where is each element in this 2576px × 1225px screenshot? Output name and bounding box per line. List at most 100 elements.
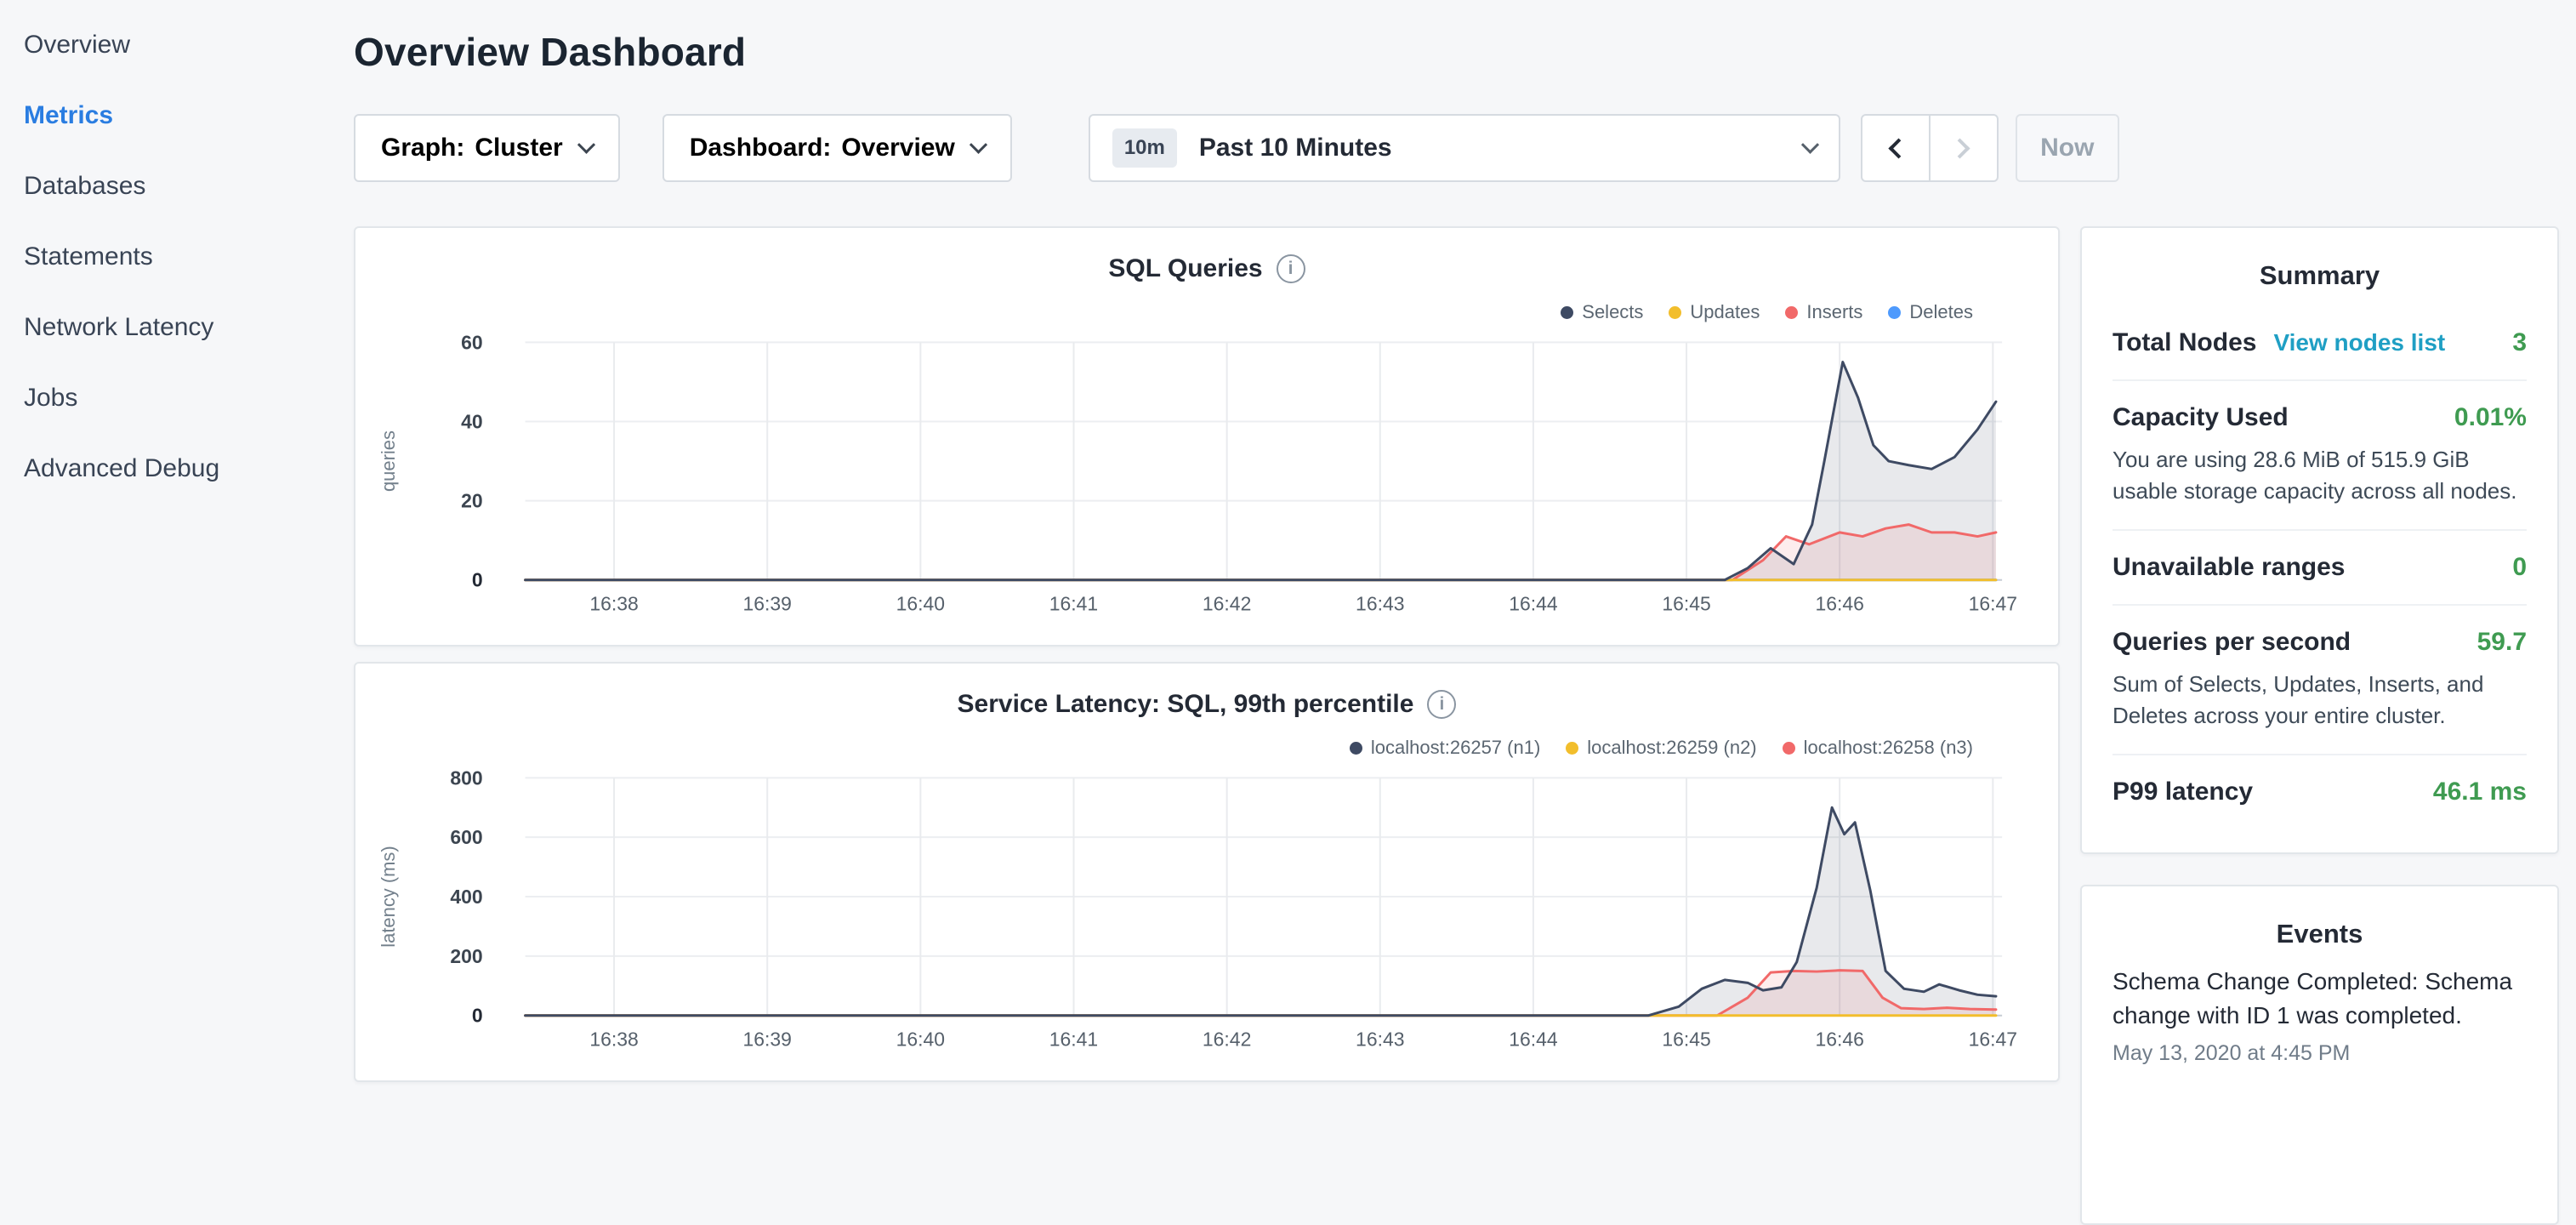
svg-text:16:46: 16:46 — [1815, 593, 1863, 615]
legend-item[interactable]: localhost:26259 (n2) — [1566, 737, 1756, 759]
time-step-buttons — [1861, 114, 1999, 182]
summary-description: Sum of Selects, Updates, Inserts, and De… — [2113, 669, 2527, 732]
sidebar-item-network-latency[interactable]: Network Latency — [24, 292, 354, 362]
main-content: Overview Dashboard Graph: Cluster Dashbo… — [354, 0, 2576, 1225]
svg-text:0: 0 — [472, 569, 483, 591]
dashboard-controls: Graph: Cluster Dashboard: Overview 10m P… — [354, 114, 2576, 182]
chevron-right-icon — [1950, 138, 1970, 158]
legend-label: localhost:26258 (n3) — [1804, 737, 1973, 759]
legend-item[interactable]: localhost:26258 (n3) — [1783, 737, 1973, 759]
right-sidebar: Summary Total Nodes View nodes list 3 Ca… — [2080, 226, 2559, 1225]
sidebar-item-metrics[interactable]: Metrics — [24, 80, 354, 151]
svg-text:16:44: 16:44 — [1509, 1028, 1558, 1051]
legend-dot-icon — [1783, 742, 1795, 755]
sidebar-item-overview[interactable]: Overview — [24, 9, 354, 80]
sidebar-item-databases[interactable]: Databases — [24, 151, 354, 221]
summary-row-unavailable-ranges: Unavailable ranges 0 — [2113, 529, 2527, 604]
event-item[interactable]: Schema Change Completed: Schema change w… — [2113, 965, 2527, 1066]
legend-item[interactable]: Updates — [1669, 301, 1760, 323]
summary-label: Unavailable ranges — [2113, 553, 2345, 582]
legend-label: Deletes — [1909, 301, 1973, 323]
chart-legend: Selects Updates Inserts Deletes — [355, 296, 2058, 328]
summary-value: 3 — [2512, 328, 2527, 357]
time-forward-button[interactable] — [1929, 114, 1999, 182]
summary-value: 0.01% — [2454, 403, 2527, 432]
sidebar: Overview Metrics Databases Statements Ne… — [0, 0, 354, 504]
info-icon[interactable]: i — [1427, 690, 1456, 719]
service-latency-chart[interactable]: 020040060080016:3816:3916:4016:4116:4216… — [355, 764, 2058, 1060]
chevron-down-icon — [577, 135, 595, 153]
event-timestamp: May 13, 2020 at 4:45 PM — [2113, 1041, 2527, 1066]
page-title: Overview Dashboard — [354, 29, 2576, 75]
svg-text:0: 0 — [472, 1005, 483, 1027]
graph-scope-label: Graph: — [381, 134, 464, 162]
sql-queries-panel: SQL Queries i SelectsUpdatesInsertsDelet… — [354, 226, 2060, 647]
time-back-button[interactable] — [1861, 114, 1931, 182]
legend-label: localhost:26257 (n1) — [1371, 737, 1540, 759]
graph-scope-dropdown[interactable]: Graph: Cluster — [354, 114, 620, 182]
svg-text:800: 800 — [450, 766, 482, 789]
sql-queries-chart[interactable]: 020406016:3816:3916:4016:4116:4216:4316:… — [355, 328, 2058, 624]
summary-label: P99 latency — [2113, 778, 2253, 806]
chart-title-service-latency: Service Latency: SQL, 99th percentile — [958, 690, 1414, 719]
svg-text:16:43: 16:43 — [1356, 1028, 1404, 1051]
legend-dot-icon — [1350, 742, 1362, 755]
summary-label: Total Nodes — [2113, 328, 2256, 357]
legend-label: Updates — [1690, 301, 1760, 323]
sidebar-item-advanced-debug[interactable]: Advanced Debug — [24, 433, 354, 504]
legend-item[interactable]: Selects — [1561, 301, 1643, 323]
summary-row-capacity-used: Capacity Used 0.01% You are using 28.6 M… — [2113, 379, 2527, 529]
legend-label: Selects — [1582, 301, 1643, 323]
events-title: Events — [2113, 910, 2527, 965]
svg-text:60: 60 — [461, 331, 483, 353]
svg-text:16:41: 16:41 — [1049, 1028, 1098, 1051]
dashboard-label: Dashboard: — [690, 134, 832, 162]
events-panel: Events Schema Change Completed: Schema c… — [2080, 885, 2559, 1225]
svg-text:16:45: 16:45 — [1662, 1028, 1710, 1051]
svg-text:16:44: 16:44 — [1509, 593, 1558, 615]
event-text: Schema Change Completed: Schema change w… — [2113, 965, 2527, 1033]
summary-label: Queries per second — [2113, 628, 2351, 657]
summary-row-queries-per-second: Queries per second 59.7 Sum of Selects, … — [2113, 604, 2527, 754]
summary-row-total-nodes: Total Nodes View nodes list 3 — [2113, 306, 2527, 379]
svg-text:20: 20 — [461, 490, 483, 512]
chart-legend: localhost:26257 (n1) localhost:26259 (n2)… — [355, 732, 2058, 764]
svg-text:16:42: 16:42 — [1203, 1028, 1251, 1051]
svg-text:16:43: 16:43 — [1356, 593, 1404, 615]
service-latency-panel: Service Latency: SQL, 99th percentile i … — [354, 662, 2060, 1082]
svg-text:16:38: 16:38 — [589, 593, 638, 615]
svg-text:latency (ms): latency (ms) — [378, 846, 399, 947]
dashboard-dropdown[interactable]: Dashboard: Overview — [662, 114, 1012, 182]
summary-panel: Summary Total Nodes View nodes list 3 Ca… — [2080, 226, 2559, 854]
summary-value: 0 — [2512, 553, 2527, 582]
summary-row-p99-latency: P99 latency 46.1 ms — [2113, 754, 2527, 829]
now-button[interactable]: Now — [2016, 114, 2119, 182]
info-icon[interactable]: i — [1277, 254, 1305, 283]
svg-text:16:38: 16:38 — [589, 1028, 638, 1051]
legend-dot-icon — [1888, 306, 1901, 319]
legend-label: Inserts — [1806, 301, 1862, 323]
legend-item[interactable]: localhost:26257 (n1) — [1350, 737, 1540, 759]
legend-dot-icon — [1561, 306, 1573, 319]
legend-item[interactable]: Inserts — [1785, 301, 1862, 323]
svg-text:600: 600 — [450, 826, 482, 848]
summary-value: 46.1 ms — [2433, 778, 2527, 806]
legend-dot-icon — [1785, 306, 1798, 319]
time-range-selector[interactable]: 10m Past 10 Minutes — [1089, 114, 1840, 182]
legend-dot-icon — [1669, 306, 1681, 319]
charts-column: SQL Queries i SelectsUpdatesInsertsDelet… — [354, 226, 2060, 1225]
svg-text:16:40: 16:40 — [896, 1028, 945, 1051]
graph-scope-value: Cluster — [475, 134, 562, 162]
legend-item[interactable]: Deletes — [1888, 301, 1973, 323]
svg-text:200: 200 — [450, 945, 482, 967]
summary-value: 59.7 — [2477, 628, 2527, 657]
sidebar-item-jobs[interactable]: Jobs — [24, 362, 354, 433]
svg-text:queries: queries — [378, 430, 399, 492]
summary-label: Capacity Used — [2113, 403, 2289, 432]
view-nodes-list-link[interactable]: View nodes list — [2273, 329, 2445, 356]
svg-text:400: 400 — [450, 886, 482, 908]
summary-title: Summary — [2113, 252, 2527, 306]
chevron-left-icon — [1889, 138, 1909, 158]
sidebar-item-statements[interactable]: Statements — [24, 221, 354, 292]
svg-text:16:45: 16:45 — [1662, 593, 1710, 615]
